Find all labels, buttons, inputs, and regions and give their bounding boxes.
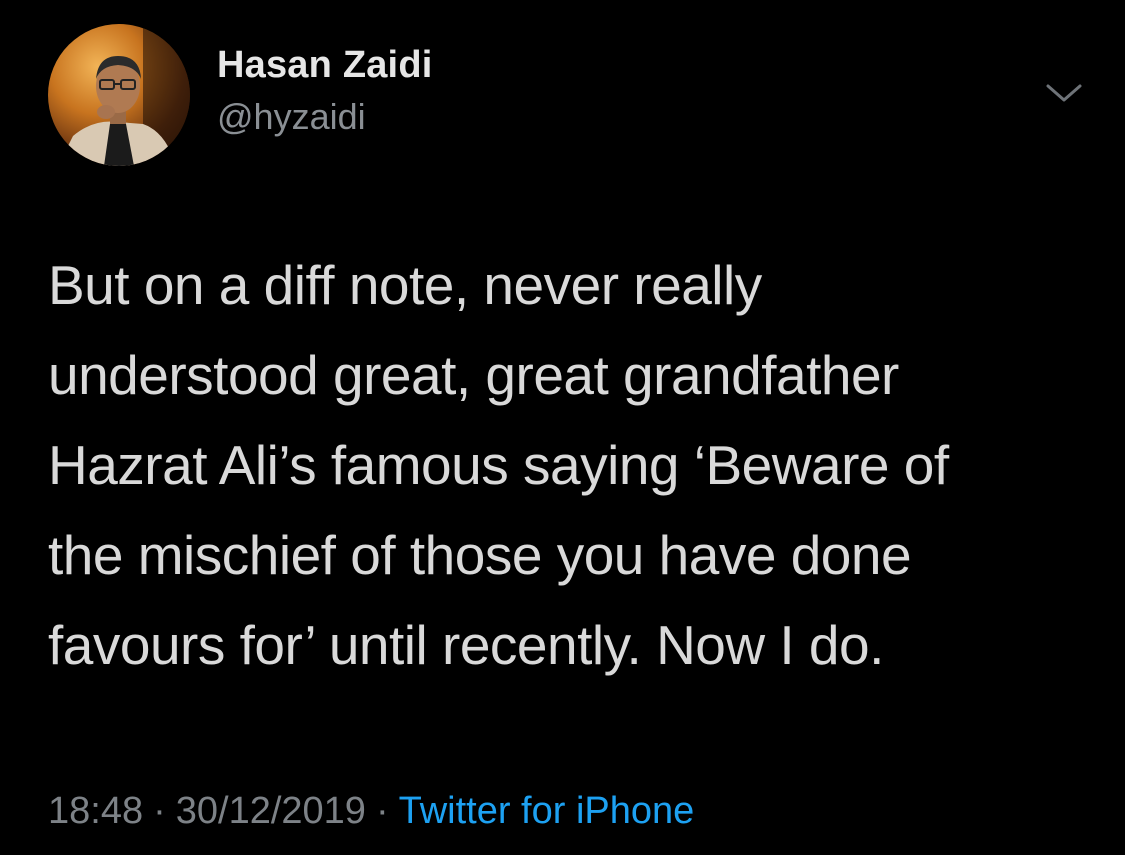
tweet-text-line: Hazrat Ali’s famous saying ‘Beware of [48, 434, 949, 496]
avatar[interactable] [48, 24, 190, 166]
user-display-name[interactable]: Hasan Zaidi [217, 44, 433, 87]
tweet-text-line: But on a diff note, never really [48, 254, 762, 316]
chevron-down-icon[interactable] [1042, 78, 1086, 108]
tweet-card: Hasan Zaidi @hyzaidi But on a diff note,… [0, 0, 1125, 855]
tweet-text-line: favours for’ until recently. Now I do. [48, 614, 884, 676]
meta-separator: · [153, 790, 166, 832]
tweet-time[interactable]: 18:48 [48, 790, 143, 832]
tweet-text-line: the mischief of those you have done [48, 524, 912, 586]
tweet-meta: 18:48 · 30/12/2019 · Twitter for iPhone [48, 790, 694, 833]
meta-separator: · [375, 790, 389, 832]
tweet-text: But on a diff note, never really underst… [48, 240, 1088, 690]
tweet-date[interactable]: 30/12/2019 [176, 790, 366, 832]
user-handle[interactable]: @hyzaidi [217, 96, 366, 138]
avatar-image [58, 24, 190, 166]
tweet-source-link[interactable]: Twitter for iPhone [399, 790, 695, 832]
tweet-text-line: understood great, great grandfather [48, 344, 899, 406]
